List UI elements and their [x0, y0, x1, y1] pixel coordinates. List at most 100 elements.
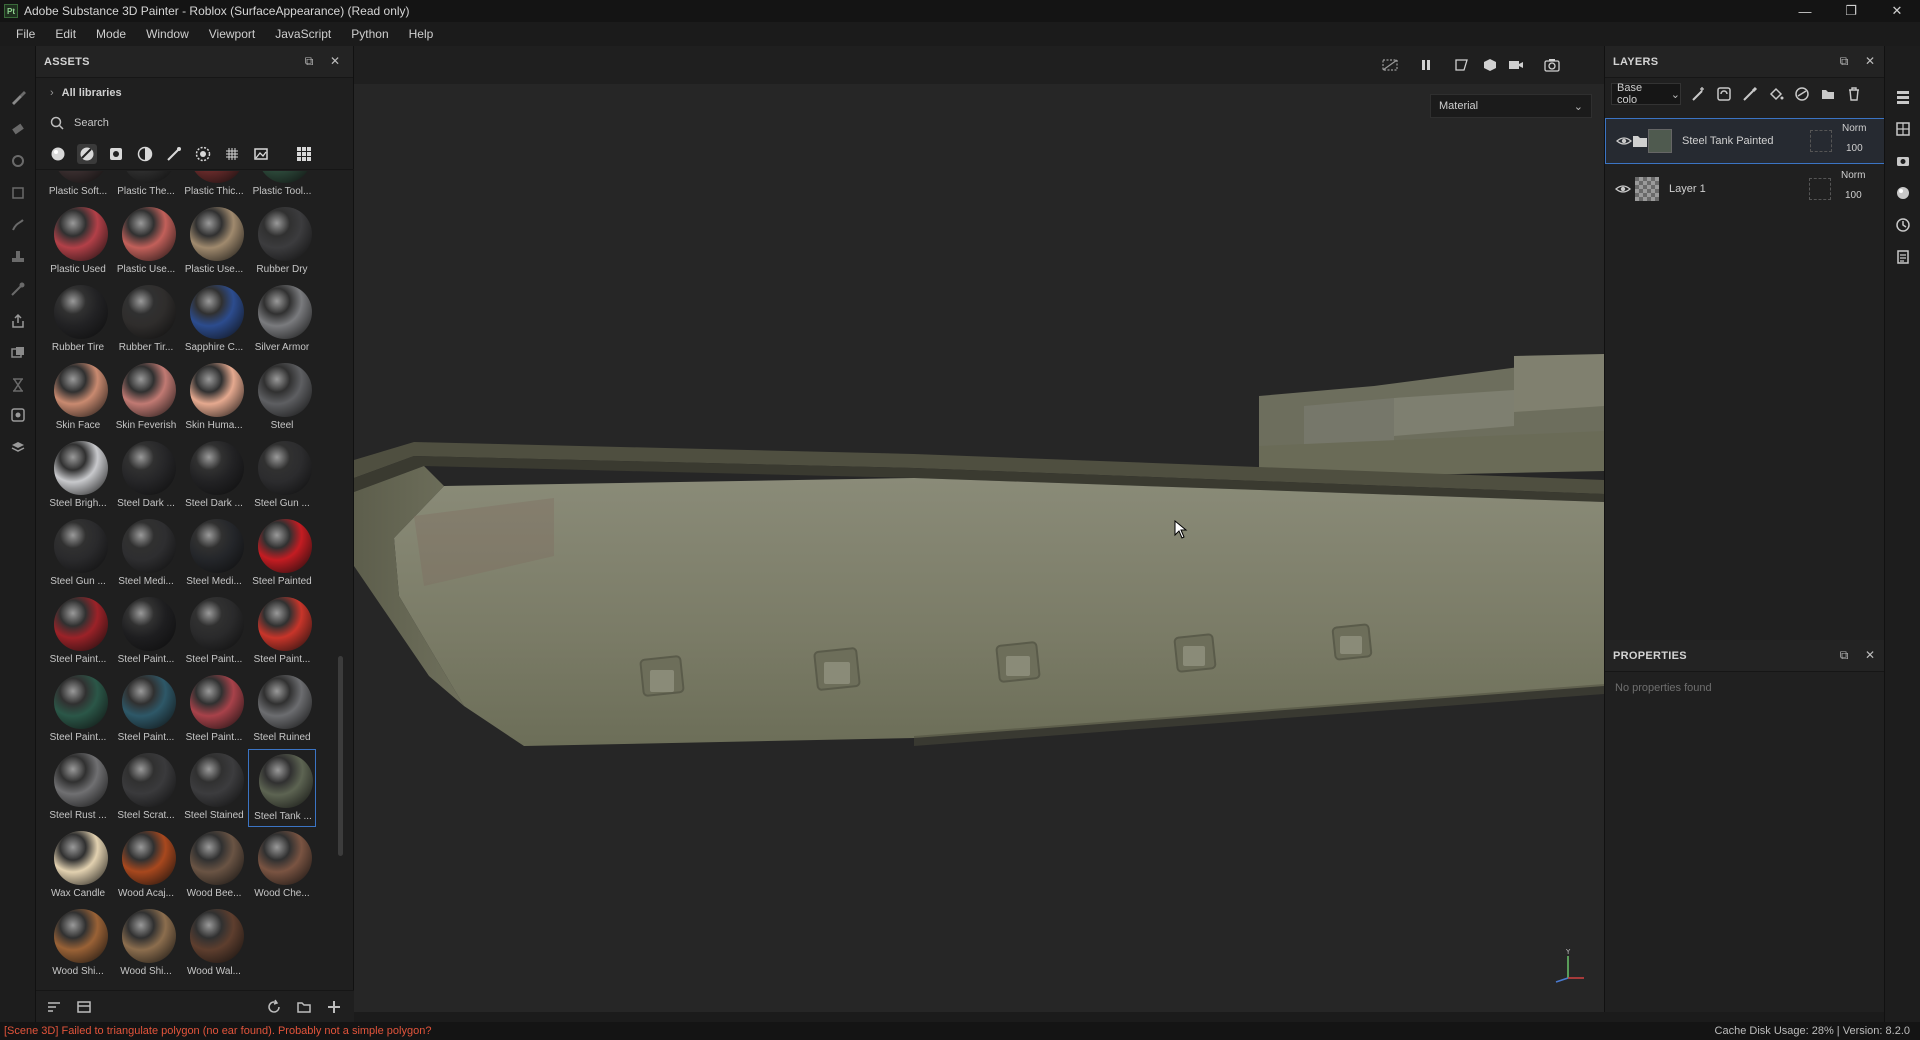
eye-visibility-icon[interactable]	[1616, 133, 1632, 149]
bake-icon[interactable]	[9, 376, 27, 394]
asset-tile[interactable]: Steel Brigh...	[44, 437, 112, 515]
shader-settings-icon[interactable]	[9, 438, 27, 456]
asset-tile[interactable]: Steel Paint...	[44, 671, 112, 749]
close-panel-icon[interactable]: ✕	[1863, 648, 1877, 662]
add-fill-layer-icon[interactable]	[1767, 85, 1785, 103]
add-effect-icon[interactable]	[1689, 85, 1707, 103]
asset-tile[interactable]: Steel Ruined	[248, 671, 316, 749]
camera-settings-icon[interactable]	[1894, 152, 1912, 170]
3d-viewport[interactable]: Material ⌄ Y	[354, 46, 1604, 1012]
environments-filter-icon[interactable]	[251, 144, 271, 164]
mask-slot[interactable]	[1809, 178, 1831, 200]
asset-tile[interactable]: Steel Medi...	[112, 515, 180, 593]
asset-tile[interactable]: Skin Huma...	[180, 359, 248, 437]
asset-tile[interactable]: Steel Paint...	[180, 671, 248, 749]
textures-filter-icon[interactable]	[222, 144, 242, 164]
asset-tile[interactable]: Plastic Tool...	[248, 171, 316, 203]
asset-tile[interactable]: Wood Acaj...	[112, 827, 180, 905]
sort-options-icon[interactable]	[46, 999, 62, 1015]
smart-masks-filter-icon[interactable]	[106, 144, 126, 164]
add-smart-material-icon[interactable]	[1793, 85, 1811, 103]
asset-tile[interactable]: Rubber Tir...	[112, 281, 180, 359]
asset-tile[interactable]: Wood Shi...	[44, 905, 112, 981]
layer-row-steel-tank-painted[interactable]: Steel Tank Painted Norm 100	[1605, 118, 1885, 164]
menu-window[interactable]: Window	[136, 22, 199, 46]
menu-help[interactable]: Help	[399, 22, 444, 46]
layer-name[interactable]: Layer 1	[1669, 183, 1706, 195]
materials-filter-icon[interactable]	[48, 144, 68, 164]
channel-dropdown[interactable]: Base colo ⌄	[1611, 82, 1681, 106]
asset-tile[interactable]: Steel Paint...	[180, 593, 248, 671]
eye-visibility-icon[interactable]	[1615, 181, 1631, 197]
asset-tile[interactable]: Steel	[248, 359, 316, 437]
camera-icon[interactable]	[1506, 56, 1526, 74]
layer-row-layer-1[interactable]: Layer 1 Norm 100	[1605, 166, 1885, 212]
close-panel-icon[interactable]: ✕	[328, 54, 342, 68]
asset-tile[interactable]: Plastic Soft...	[44, 171, 112, 203]
texture-set-icon[interactable]	[9, 344, 27, 362]
asset-tile[interactable]: Sapphire C...	[180, 281, 248, 359]
filters-filter-icon[interactable]	[135, 144, 155, 164]
menu-mode[interactable]: Mode	[86, 22, 136, 46]
add-folder-icon[interactable]	[1819, 85, 1837, 103]
minimize-icon[interactable]: —	[1782, 0, 1828, 22]
clone-stamp-icon[interactable]	[9, 248, 27, 266]
material-mode-dropdown[interactable]: Material ⌄	[1430, 94, 1592, 118]
log-icon[interactable]	[1894, 248, 1912, 266]
viewport-mode-3d-icon[interactable]	[1480, 56, 1500, 74]
color-picker-icon[interactable]	[9, 280, 27, 298]
asset-tile[interactable]: Steel Rust ...	[44, 749, 112, 827]
asset-tile[interactable]: Steel Dark ...	[112, 437, 180, 515]
asset-tile[interactable]: Wood Shi...	[112, 905, 180, 981]
asset-tile[interactable]: Plastic The...	[112, 171, 180, 203]
history-icon[interactable]	[1894, 216, 1912, 234]
asset-tile[interactable]: Steel Gun ...	[44, 515, 112, 593]
menu-file[interactable]: File	[6, 22, 45, 46]
display-settings-icon[interactable]	[9, 406, 27, 424]
tank-hull-model[interactable]	[354, 46, 1604, 1012]
menu-edit[interactable]: Edit	[45, 22, 86, 46]
texture-set-list-icon[interactable]	[1894, 120, 1912, 138]
refresh-icon[interactable]	[266, 999, 282, 1015]
asset-tile[interactable]: Steel Medi...	[180, 515, 248, 593]
search-field[interactable]: Search	[36, 108, 354, 138]
screenshot-icon[interactable]	[1542, 56, 1562, 74]
layers-tab-icon[interactable]	[1894, 88, 1912, 106]
export-icon[interactable]	[9, 312, 27, 330]
pause-icon[interactable]	[1416, 56, 1436, 74]
smart-materials-filter-icon[interactable]	[77, 143, 97, 164]
asset-tile[interactable]: Plastic Used	[44, 203, 112, 281]
asset-tile[interactable]: Steel Painted	[248, 515, 316, 593]
delete-layer-icon[interactable]	[1845, 85, 1863, 103]
paint-brush-icon[interactable]	[9, 88, 27, 106]
asset-tile[interactable]: Steel Stained	[180, 749, 248, 827]
restore-icon[interactable]: ❐	[1828, 0, 1874, 22]
asset-tile[interactable]: Steel Tank ...	[248, 749, 316, 827]
assets-scrollbar-thumb[interactable]	[338, 656, 343, 856]
particles-filter-icon[interactable]	[193, 144, 213, 164]
float-panel-icon[interactable]: ⧉	[1837, 648, 1851, 662]
asset-tile[interactable]: Steel Paint...	[112, 593, 180, 671]
menu-viewport[interactable]: Viewport	[199, 22, 265, 46]
close-panel-icon[interactable]: ✕	[1863, 54, 1877, 68]
status-error-message[interactable]: [Scene 3D] Failed to triangulate polygon…	[4, 1025, 431, 1037]
blend-mode-dropdown[interactable]: Norm	[1842, 123, 1866, 134]
grid-view-icon[interactable]	[294, 144, 314, 164]
asset-tile[interactable]: Wood Bee...	[180, 827, 248, 905]
asset-tile[interactable]: Wood Che...	[248, 827, 316, 905]
asset-tile[interactable]: Steel Scrat...	[112, 749, 180, 827]
asset-tile[interactable]: Skin Feverish	[112, 359, 180, 437]
asset-tile[interactable]: Rubber Tire	[44, 281, 112, 359]
list-view-icon[interactable]	[76, 999, 92, 1015]
asset-tile[interactable]: Silver Armor	[248, 281, 316, 359]
smudge-icon[interactable]	[9, 216, 27, 234]
add-icon[interactable]	[326, 999, 342, 1015]
asset-tile[interactable]: Steel Dark ...	[180, 437, 248, 515]
mask-slot[interactable]	[1810, 130, 1832, 152]
opacity-value[interactable]: 100	[1845, 190, 1862, 201]
asset-tile[interactable]: Rubber Dry	[248, 203, 316, 281]
shader-icon[interactable]	[1894, 184, 1912, 202]
asset-tile[interactable]: Steel Paint...	[44, 593, 112, 671]
asset-tile[interactable]: Steel Paint...	[112, 671, 180, 749]
add-paint-layer-icon[interactable]	[1741, 85, 1759, 103]
